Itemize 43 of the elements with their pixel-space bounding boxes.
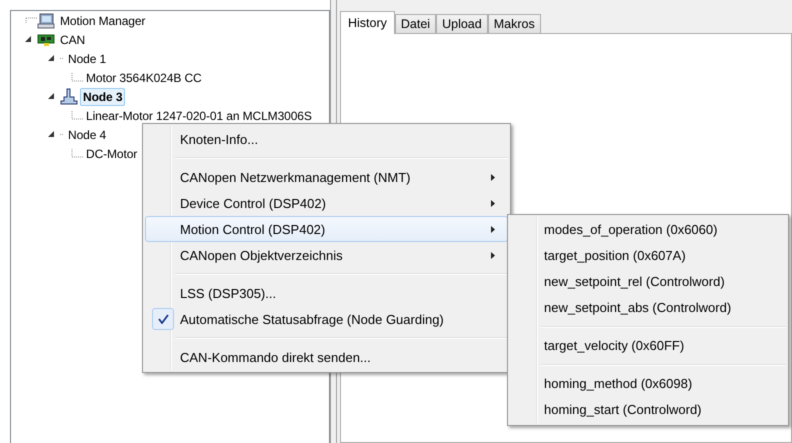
menu-item[interactable]: modes_of_operation (0x6060) — [510, 217, 786, 243]
submenu-arrow-icon — [491, 226, 495, 232]
expand-arrow-icon[interactable] — [48, 93, 55, 100]
tree-item[interactable]: Motion Manager — [57, 12, 148, 30]
tree-item[interactable]: Node 4 — [65, 126, 110, 144]
tree-item[interactable]: Node 1 — [65, 50, 110, 68]
expand-arrow-icon[interactable] — [25, 36, 32, 43]
submenu-arrow-icon — [491, 252, 495, 258]
tree-line-icon — [71, 110, 83, 120]
menu-item[interactable]: CANopen Objektverzeichnis — [145, 242, 508, 268]
menu-item[interactable]: homing_start (Controlword) — [510, 397, 786, 423]
tree-line-icon — [71, 72, 83, 82]
tree-item[interactable]: DC-Motor — [83, 144, 140, 162]
tree-line-icon — [25, 17, 37, 24]
expand-arrow-icon[interactable] — [48, 131, 55, 138]
tree-item[interactable]: Motor 3564K024B CC — [83, 68, 205, 86]
computer-icon — [37, 12, 55, 28]
menu-item[interactable]: Knoten-Info... — [145, 126, 508, 152]
tree-line-icon — [71, 148, 83, 158]
checkmark-icon — [158, 314, 168, 324]
menu-item[interactable]: new_setpoint_abs (Controlword) — [510, 295, 786, 321]
tab[interactable]: Datei — [394, 14, 436, 33]
tab[interactable]: Upload — [436, 14, 488, 33]
menu-item[interactable]: new_setpoint_rel (Controlword) — [510, 269, 786, 295]
submenu-arrow-icon — [491, 200, 495, 206]
menu-item[interactable]: Device Control (DSP402) — [145, 190, 508, 216]
menu-item[interactable]: CANopen Netzwerkmanagement (NMT) — [145, 164, 508, 190]
menu-item[interactable]: CAN-Kommando direkt senden... — [145, 344, 508, 370]
circuit-board-icon — [37, 32, 55, 46]
tab[interactable]: Makros — [488, 14, 541, 33]
menu-item[interactable]: Automatische Statusabfrage (Node Guarding) — [145, 306, 508, 332]
menu-item[interactable]: homing_method (0x6098) — [510, 371, 786, 397]
tree-item[interactable]: Node 3 — [80, 88, 126, 106]
menu-item[interactable]: LSS (DSP305)... — [145, 280, 508, 306]
tree-item[interactable]: CAN — [57, 30, 88, 48]
menu-item[interactable]: target_position (0x607A) — [510, 243, 786, 269]
tree-item[interactable]: Linear-Motor 1247-020-01 an MCLM3006S — [83, 106, 315, 124]
expand-arrow-icon[interactable] — [48, 55, 55, 62]
menu-item[interactable]: target_velocity (0x60FF) — [510, 333, 786, 359]
device-icon — [60, 88, 78, 106]
tab[interactable]: History — [340, 11, 395, 34]
menu-item[interactable]: Motion Control (DSP402) — [145, 216, 508, 242]
submenu-arrow-icon — [491, 174, 495, 180]
